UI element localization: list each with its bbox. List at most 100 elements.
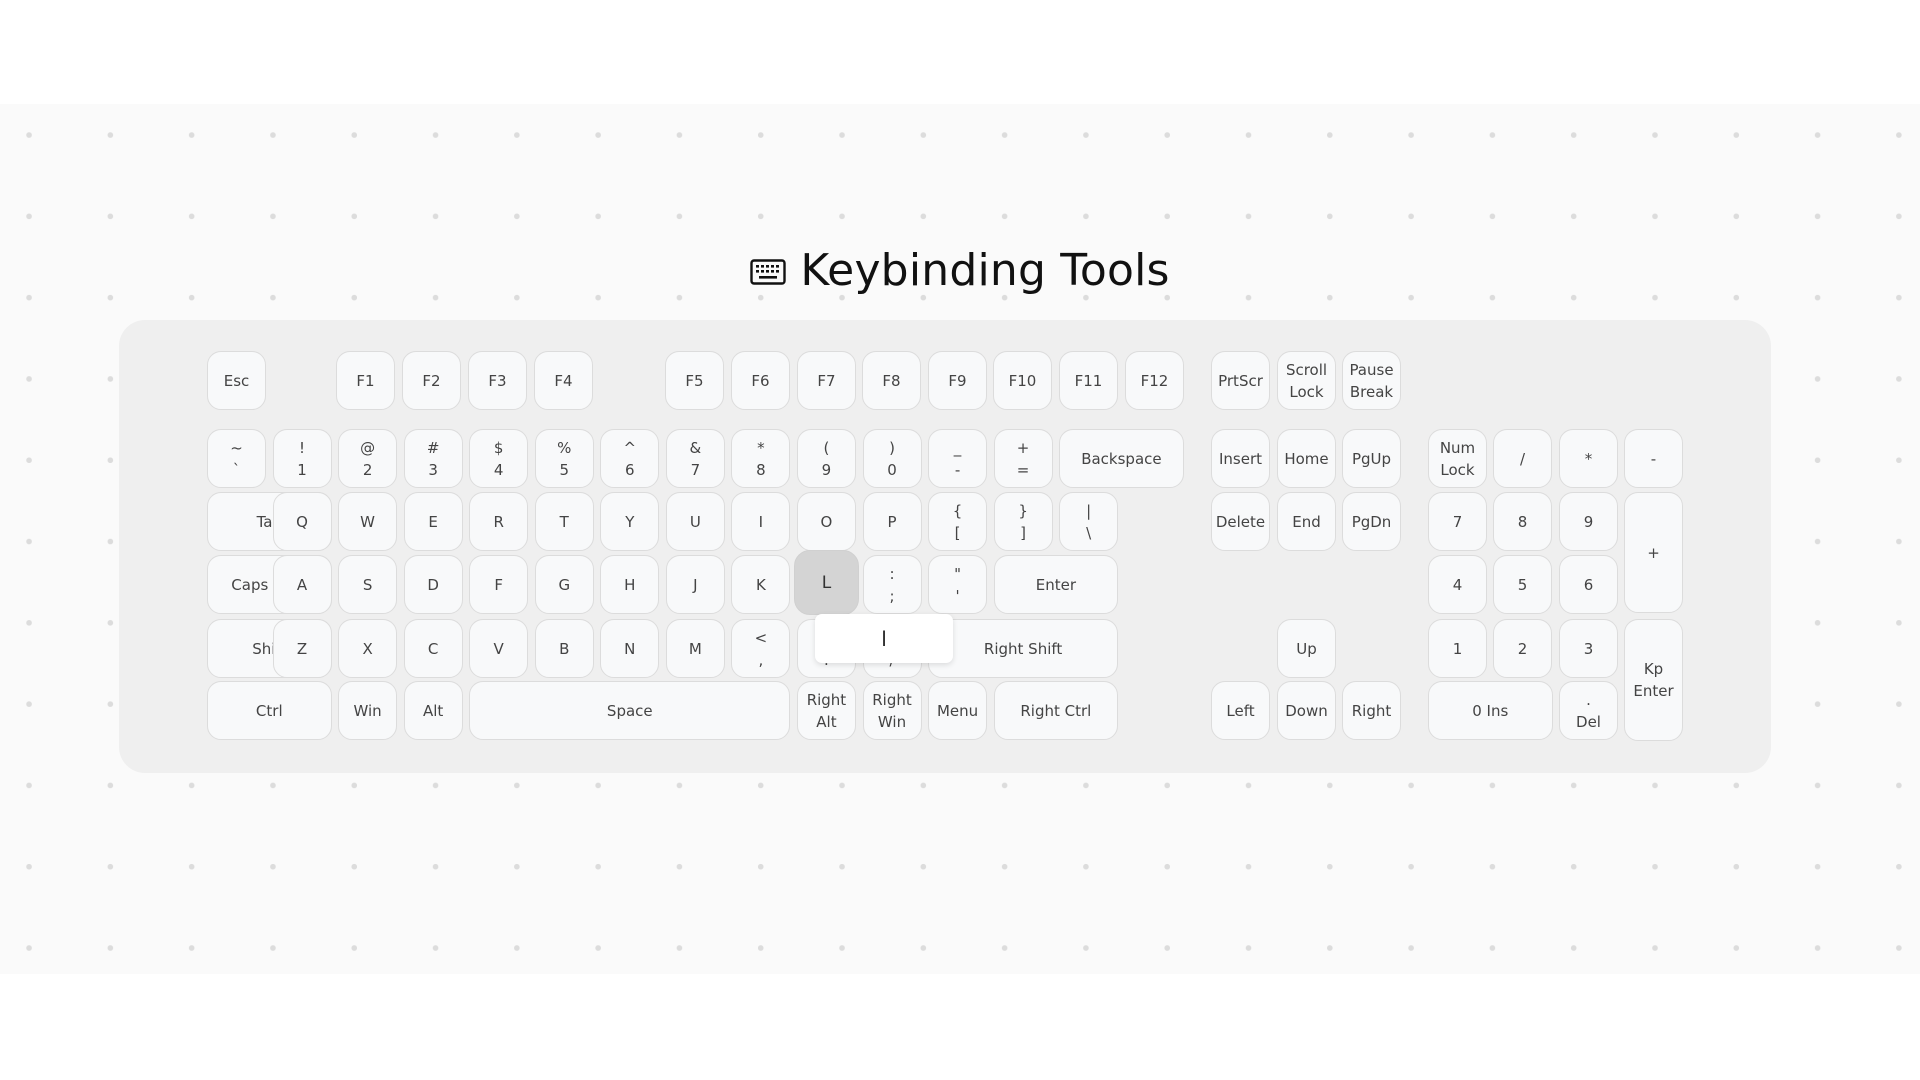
key-right-ctrl[interactable]: Right Ctrl [993,681,1119,740]
key-kp-0[interactable]: 0 Ins [1428,681,1553,740]
key-delete[interactable]: Delete [1211,492,1270,551]
key-kp-3[interactable]: 3 [1559,619,1618,678]
key-0[interactable]: ) 0 [862,429,922,488]
key-alt[interactable]: Alt [403,681,463,740]
key-lbracket[interactable]: {[ [928,492,988,551]
key-kp-9[interactable]: 9 [1559,492,1618,551]
key-5[interactable]: % 5 [534,429,594,488]
key-z[interactable]: Z [272,619,332,678]
key-left[interactable]: Left [1211,681,1270,740]
key-6[interactable]: ^ 6 [600,429,660,488]
key-y[interactable]: Y [600,492,660,551]
key-f6[interactable]: F6 [731,351,790,410]
key-h[interactable]: H [600,555,660,614]
key-scroll-lock[interactable]: Scroll Lock [1277,351,1336,410]
key-f1[interactable]: F1 [336,351,395,410]
key-c[interactable]: C [403,619,463,678]
key-b[interactable]: B [534,619,594,678]
key-label: Insert [1218,449,1263,468]
key-comma[interactable]: <, [731,619,791,678]
key-2[interactable]: @2 [338,429,398,488]
key-f12[interactable]: F12 [1125,351,1184,410]
key-equals[interactable]: + = [993,429,1053,488]
key-k[interactable]: K [731,555,791,614]
key-s[interactable]: S [338,555,398,614]
key-kp-divide[interactable]: / [1493,429,1552,488]
key-up[interactable]: Up [1277,619,1336,678]
key-t[interactable]: T [534,492,594,551]
key-f3[interactable]: F3 [468,351,527,410]
key-w[interactable]: W [338,492,398,551]
key-7[interactable]: & 7 [665,429,725,488]
key-g[interactable]: G [534,555,594,614]
key-esc[interactable]: Esc [207,351,266,410]
key-home[interactable]: Home [1277,429,1336,488]
key-kp-multiply[interactable]: * [1559,429,1618,488]
key-f10[interactable]: F10 [993,351,1052,410]
key-win[interactable]: Win [338,681,398,740]
key-pgup[interactable]: PgUp [1342,429,1401,488]
key-f2[interactable]: F2 [402,351,461,410]
key-rbracket[interactable]: }] [993,492,1053,551]
key-enter[interactable]: Enter [993,555,1119,614]
key-quote[interactable]: " ' [928,555,988,614]
key-a[interactable]: A [272,555,332,614]
key-right[interactable]: Right [1342,681,1401,740]
key-backtick[interactable]: ~ ` [207,429,266,488]
key-kp-2[interactable]: 2 [1493,619,1552,678]
key-kp-4[interactable]: 4 [1428,555,1487,614]
key-right-shift[interactable]: Right Shift [928,619,1119,678]
key-kp-7[interactable]: 7 [1428,492,1487,551]
key-kp-plus[interactable]: + [1624,492,1683,613]
key-f[interactable]: F [469,555,529,614]
key-f11[interactable]: F11 [1059,351,1118,410]
key-3[interactable]: #3 [403,429,463,488]
key-p[interactable]: P [862,492,922,551]
key-m[interactable]: M [665,619,725,678]
key-f5[interactable]: F5 [665,351,724,410]
key-e[interactable]: E [403,492,463,551]
key-kp-8[interactable]: 8 [1493,492,1552,551]
key-pause-break[interactable]: Pause Break [1342,351,1401,410]
key-backspace[interactable]: Backspace [1059,429,1184,488]
key-kp-enter[interactable]: Kp Enter [1624,619,1683,741]
key-l[interactable]: L [793,550,859,615]
key-u[interactable]: U [665,492,725,551]
key-menu[interactable]: Menu [928,681,988,740]
key-right-win[interactable]: Right Win [862,681,922,740]
key-down[interactable]: Down [1277,681,1336,740]
key-pgdn[interactable]: PgDn [1342,492,1401,551]
key-x[interactable]: X [338,619,398,678]
key-1[interactable]: ! 1 [272,429,332,488]
key-r[interactable]: R [469,492,529,551]
key-8[interactable]: * 8 [731,429,791,488]
key-minus[interactable]: _ - [928,429,988,488]
key-f4[interactable]: F4 [534,351,593,410]
key-d[interactable]: D [403,555,463,614]
key-num-lock[interactable]: Num Lock [1428,429,1487,488]
key-semicolon[interactable]: :; [862,555,922,614]
key-kp-5[interactable]: 5 [1493,555,1552,614]
key-kp-minus[interactable]: - [1624,429,1683,488]
key-kp-1[interactable]: 1 [1428,619,1487,678]
key-backslash[interactable]: | \ [1059,492,1119,551]
key-9[interactable]: (9 [796,429,856,488]
key-n[interactable]: N [600,619,660,678]
key-kp-decimal[interactable]: . Del [1559,681,1618,740]
key-q[interactable]: Q [272,492,332,551]
key-space[interactable]: Space [469,681,791,740]
key-f9[interactable]: F9 [928,351,987,410]
key-kp-6[interactable]: 6 [1559,555,1618,614]
key-insert[interactable]: Insert [1211,429,1270,488]
key-end[interactable]: End [1277,492,1336,551]
key-ctrl[interactable]: Ctrl [207,681,332,740]
key-f7[interactable]: F7 [797,351,856,410]
key-i[interactable]: I [731,492,791,551]
key-o[interactable]: O [796,492,856,551]
key-f8[interactable]: F8 [862,351,921,410]
key-right-alt[interactable]: Right Alt [796,681,856,740]
key-v[interactable]: V [469,619,529,678]
key-prtscr[interactable]: PrtScr [1211,351,1270,410]
key-j[interactable]: J [665,555,725,614]
key-4[interactable]: $4 [469,429,529,488]
